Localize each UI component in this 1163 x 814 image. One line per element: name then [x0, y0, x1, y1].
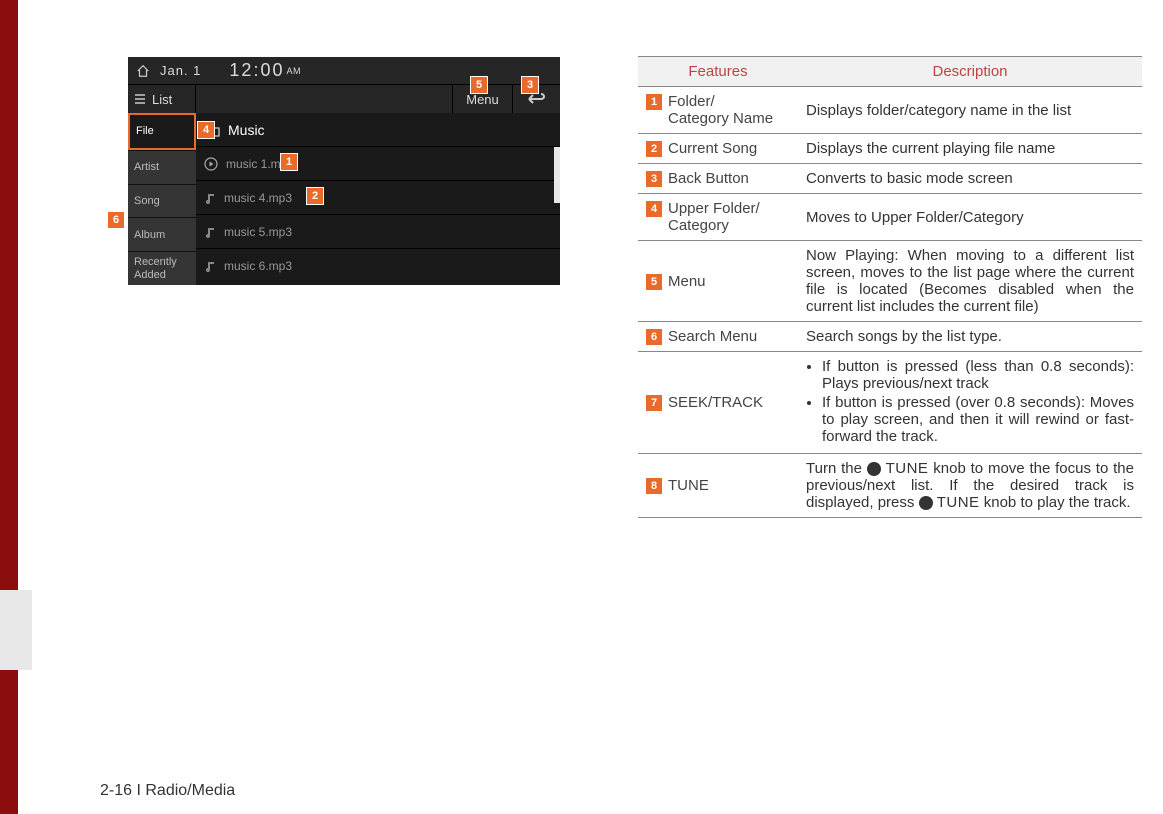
features-table: Features Description 1 Folder/Category Na… [638, 56, 1142, 518]
th-features: Features [638, 57, 798, 87]
tune-knob-label: TUNE [937, 494, 980, 511]
callout-3: 3 [521, 76, 539, 94]
date-text: Jan. 1 [160, 63, 201, 78]
row-desc: Search songs by the list type. [798, 322, 1142, 352]
tune-knob-icon [919, 496, 933, 510]
clock-text: 12:00 [229, 60, 284, 81]
table-row: 1 Folder/Category Name Displays folder/ca… [638, 87, 1142, 134]
device-header: List Menu [128, 85, 560, 113]
table-row: 3 Back Button Converts to basic mode scre… [638, 164, 1142, 194]
row-desc: Moves to Upper Folder/Category [798, 194, 1142, 241]
page-footer: 2-16 I Radio/Media [100, 782, 235, 800]
bullet: If button is pressed (over 0.8 seconds):… [822, 394, 1134, 445]
table-row: 2 Current Song Displays the current playi… [638, 134, 1142, 164]
feat-name: Current Song [668, 140, 757, 157]
music-note-icon [204, 226, 216, 238]
table-row: 6 Search Menu Search songs by the list ty… [638, 322, 1142, 352]
row-num: 2 [646, 141, 662, 157]
list-icon [134, 93, 146, 105]
table-header-row: Features Description [638, 57, 1142, 87]
table-row: 5 Menu Now Playing: When moving to a diff… [638, 241, 1142, 322]
category-artist[interactable]: Artist [128, 150, 196, 184]
row-desc: Now Playing: When moving to a different … [798, 241, 1142, 322]
table-row: 4 Upper Folder/Category Moves to Upper Fo… [638, 194, 1142, 241]
table-row: 8 TUNE Turn the TUNE knob to move the foc… [638, 454, 1142, 518]
feat-name: Upper Folder/ [668, 200, 760, 217]
row-desc: Displays the current playing file name [798, 134, 1142, 164]
feat-name: Search Menu [668, 328, 757, 345]
row-num: 5 [646, 274, 662, 290]
feat-name-sub: Category Name [646, 110, 790, 127]
track-row-2[interactable]: music 4.mp3 [196, 181, 560, 215]
row-num: 7 [646, 395, 662, 411]
track-row-1[interactable]: music 1.mp3 [196, 147, 560, 181]
feat-name-sub: Category [646, 217, 790, 234]
row-num: 6 [646, 329, 662, 345]
track-name: music 6.mp3 [224, 259, 292, 273]
table-row: 7 SEEK/TRACK If button is pressed (less t… [638, 352, 1142, 454]
row-num: 3 [646, 171, 662, 187]
folder-title: Music [228, 122, 265, 138]
feat-name: SEEK/TRACK [668, 394, 763, 411]
row-num: 8 [646, 478, 662, 494]
track-name: music 5.mp3 [224, 225, 292, 239]
tune-knob-label: TUNE [886, 460, 929, 477]
track-row-3[interactable]: music 5.mp3 [196, 215, 560, 249]
play-icon [204, 157, 218, 171]
row-desc: Converts to basic mode screen [798, 164, 1142, 194]
device-topbar: Jan. 1 12:00 AM [128, 57, 560, 85]
tune-knob-icon [867, 462, 881, 476]
row-desc: Turn the TUNE knob to move the focus to … [798, 454, 1142, 518]
list-label: List [128, 85, 196, 113]
callout-6: 6 [107, 211, 125, 229]
ampm-text: AM [286, 66, 301, 76]
list-label-text: List [152, 92, 172, 107]
category-recent[interactable]: Recently Added [128, 251, 196, 285]
category-album[interactable]: Album [128, 217, 196, 251]
track-row-4[interactable]: music 6.mp3 [196, 249, 560, 283]
row-num: 1 [646, 94, 662, 110]
page-side-tab [0, 590, 32, 670]
track-panel: Music music 1.mp3 music 4.mp3 music 5.mp… [196, 113, 560, 285]
callout-1: 1 [280, 153, 298, 171]
row-num: 4 [646, 201, 662, 217]
page-stripe [0, 0, 18, 814]
music-note-icon [204, 192, 216, 204]
device-screenshot: Jan. 1 12:00 AM List Menu File Artist So… [128, 57, 560, 285]
scrollbar-thumb[interactable] [554, 147, 560, 203]
callout-5: 5 [470, 76, 488, 94]
feat-name: Back Button [668, 170, 749, 187]
feat-name: TUNE [668, 477, 709, 494]
category-file[interactable]: File [128, 113, 196, 150]
bullet: If button is pressed (less than 0.8 seco… [822, 358, 1134, 392]
callout-2: 2 [306, 187, 324, 205]
th-description: Description [798, 57, 1142, 87]
category-list: File Artist Song Album Recently Added [128, 113, 196, 285]
folder-title-row[interactable]: Music [196, 113, 560, 147]
category-song[interactable]: Song [128, 184, 196, 218]
callout-4: 4 [197, 121, 215, 139]
feat-name: Folder/ [668, 93, 715, 110]
home-icon[interactable] [136, 64, 150, 78]
feat-name: Menu [668, 273, 706, 290]
music-note-icon [204, 260, 216, 272]
row-desc: Displays folder/category name in the lis… [798, 87, 1142, 134]
track-name: music 4.mp3 [224, 191, 292, 205]
row-desc: If button is pressed (less than 0.8 seco… [798, 352, 1142, 454]
